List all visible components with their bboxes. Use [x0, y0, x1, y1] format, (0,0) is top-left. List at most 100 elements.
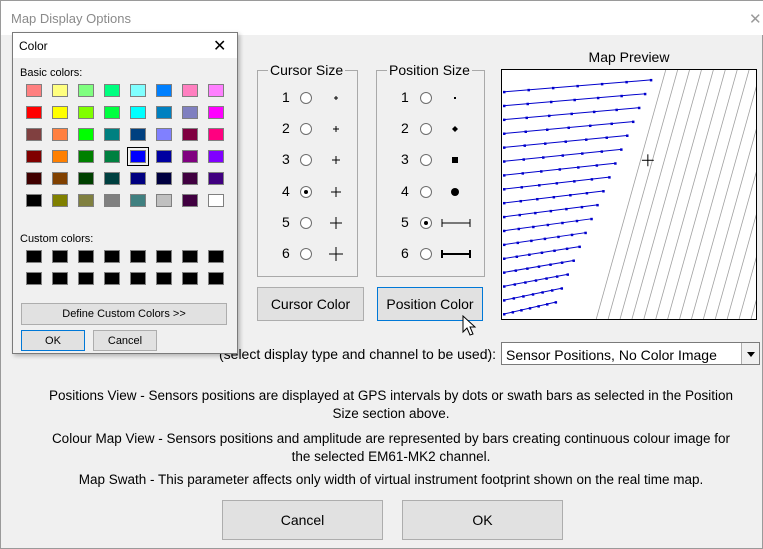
cursor-size-option-5-radio[interactable] — [300, 216, 312, 229]
basic-color-swatch-7[interactable] — [182, 84, 198, 97]
custom-color-swatch-11[interactable] — [78, 272, 94, 285]
basic-color-swatch-32[interactable] — [208, 150, 224, 163]
basic-color-swatch-28[interactable] — [104, 150, 120, 163]
basic-color-swatch-33[interactable] — [26, 172, 42, 185]
preview-point-12-5 — [557, 235, 560, 239]
basic-color-swatch-9[interactable] — [26, 106, 42, 119]
basic-color-swatch-21[interactable] — [130, 128, 146, 141]
basic-color-swatch-29[interactable] — [127, 147, 149, 166]
basic-color-swatch-19[interactable] — [78, 128, 94, 141]
custom-color-swatch-4[interactable] — [104, 250, 120, 263]
custom-color-swatch-5[interactable] — [130, 250, 146, 263]
basic-color-swatch-36[interactable] — [104, 172, 120, 185]
position-size-option-2-symbol-icon — [452, 126, 458, 133]
basic-color-swatch-8[interactable] — [208, 84, 224, 97]
preview-point-7-3 — [540, 170, 543, 173]
custom-color-swatch-1[interactable] — [26, 250, 42, 263]
custom-color-swatch-8[interactable] — [208, 250, 224, 263]
cursor-size-option-5-symbol-icon — [330, 216, 342, 229]
preview-point-3-5 — [592, 110, 596, 114]
basic-color-swatch-10[interactable] — [52, 106, 68, 119]
basic-color-swatch-18[interactable] — [52, 128, 68, 141]
custom-color-swatch-13[interactable] — [130, 272, 146, 285]
position-size-option-5-radio[interactable] — [420, 216, 432, 229]
basic-color-swatch-48[interactable] — [208, 194, 224, 207]
display-type-label: (select display type and channel to be u… — [219, 346, 497, 362]
basic-color-swatch-44[interactable] — [104, 194, 120, 207]
basic-color-swatch-22[interactable] — [156, 128, 172, 141]
preview-point-11-4 — [546, 223, 550, 227]
basic-color-swatch-11[interactable] — [78, 106, 94, 119]
custom-color-swatch-2[interactable] — [52, 250, 68, 263]
basic-color-swatch-27[interactable] — [78, 150, 94, 163]
basic-color-swatch-23[interactable] — [182, 128, 198, 141]
position-size-option-4-radio[interactable] — [420, 185, 432, 198]
basic-color-swatch-26[interactable] — [52, 150, 68, 163]
preview-point-10-2 — [518, 213, 522, 217]
basic-color-swatch-3[interactable] — [78, 84, 94, 97]
basic-color-swatch-13[interactable] — [130, 106, 146, 119]
basic-color-swatch-25[interactable] — [26, 150, 42, 163]
basic-color-swatch-15[interactable] — [182, 106, 198, 119]
basic-color-swatch-31[interactable] — [182, 150, 198, 163]
custom-color-swatch-14[interactable] — [156, 272, 172, 285]
display-type-select[interactable]: Sensor Positions, No Color Image — [501, 342, 760, 365]
color-dialog-title: Color — [19, 39, 48, 53]
cursor-size-option-2-label: 2 — [282, 120, 290, 137]
basic-color-swatch-1[interactable] — [26, 84, 42, 97]
close-icon[interactable]: ✕ — [749, 10, 762, 28]
preview-point-7-4 — [558, 168, 562, 171]
custom-color-swatch-10[interactable] — [52, 272, 68, 285]
cancel-button[interactable]: Cancel — [222, 500, 383, 540]
dropdown-arrow-icon[interactable] — [741, 343, 759, 364]
preview-point-13-1 — [503, 257, 506, 260]
basic-color-swatch-24[interactable] — [208, 128, 224, 141]
basic-color-swatch-41[interactable] — [26, 194, 42, 207]
preview-point-11-5 — [561, 221, 564, 225]
color-ok-button[interactable]: OK — [21, 330, 85, 351]
basic-color-swatch-6[interactable] — [156, 84, 172, 97]
basic-color-swatch-17[interactable] — [26, 128, 42, 141]
custom-color-swatch-12[interactable] — [104, 272, 120, 285]
custom-color-swatch-3[interactable] — [78, 250, 94, 263]
cursor-size-option-1-radio[interactable] — [300, 92, 312, 104]
basic-color-swatch-37[interactable] — [130, 172, 146, 185]
basic-color-swatch-38[interactable] — [156, 172, 172, 185]
basic-color-swatch-2[interactable] — [52, 84, 68, 97]
custom-color-swatch-7[interactable] — [182, 250, 198, 263]
position-size-option-1-radio[interactable] — [420, 92, 432, 104]
preview-point-9-4 — [552, 195, 556, 199]
cursor-color-button[interactable]: Cursor Color — [257, 287, 364, 321]
preview-point-8-2 — [520, 186, 524, 189]
custom-color-swatch-9[interactable] — [26, 272, 42, 285]
preview-point-12-1 — [503, 243, 506, 247]
basic-color-swatch-47[interactable] — [182, 194, 198, 207]
basic-color-swatch-42[interactable] — [52, 194, 68, 207]
basic-color-swatch-12[interactable] — [104, 106, 120, 119]
cursor-size-option-6-radio[interactable] — [300, 248, 312, 260]
cursor-size-option-4-radio[interactable] — [300, 185, 312, 198]
basic-color-swatch-30[interactable] — [156, 150, 172, 163]
custom-color-swatch-16[interactable] — [208, 272, 224, 285]
basic-color-swatch-34[interactable] — [52, 172, 68, 185]
position-size-option-6-radio[interactable] — [420, 248, 432, 260]
basic-color-swatch-4[interactable] — [104, 84, 120, 97]
basic-color-swatch-35[interactable] — [78, 172, 94, 185]
basic-color-swatch-39[interactable] — [182, 172, 198, 185]
basic-color-swatch-14[interactable] — [156, 106, 172, 119]
basic-color-swatch-5[interactable] — [130, 84, 146, 97]
basic-color-swatch-40[interactable] — [208, 172, 224, 185]
custom-color-swatch-15[interactable] — [182, 272, 198, 285]
basic-color-swatch-16[interactable] — [208, 106, 224, 119]
color-dialog-close-icon[interactable]: ✕ — [213, 36, 226, 56]
basic-color-swatch-20[interactable] — [104, 128, 120, 141]
preview-point-5-4 — [564, 140, 567, 143]
define-custom-colors-button[interactable]: Define Custom Colors >> — [21, 303, 227, 325]
custom-color-swatch-6[interactable] — [156, 250, 172, 263]
ok-button[interactable]: OK — [402, 500, 563, 540]
basic-color-swatch-45[interactable] — [130, 194, 146, 207]
basic-color-swatch-43[interactable] — [78, 194, 94, 207]
color-cancel-button[interactable]: Cancel — [93, 330, 157, 351]
title-bar: Map Display Options ✕ — [1, 1, 763, 35]
basic-color-swatch-46[interactable] — [156, 194, 172, 207]
